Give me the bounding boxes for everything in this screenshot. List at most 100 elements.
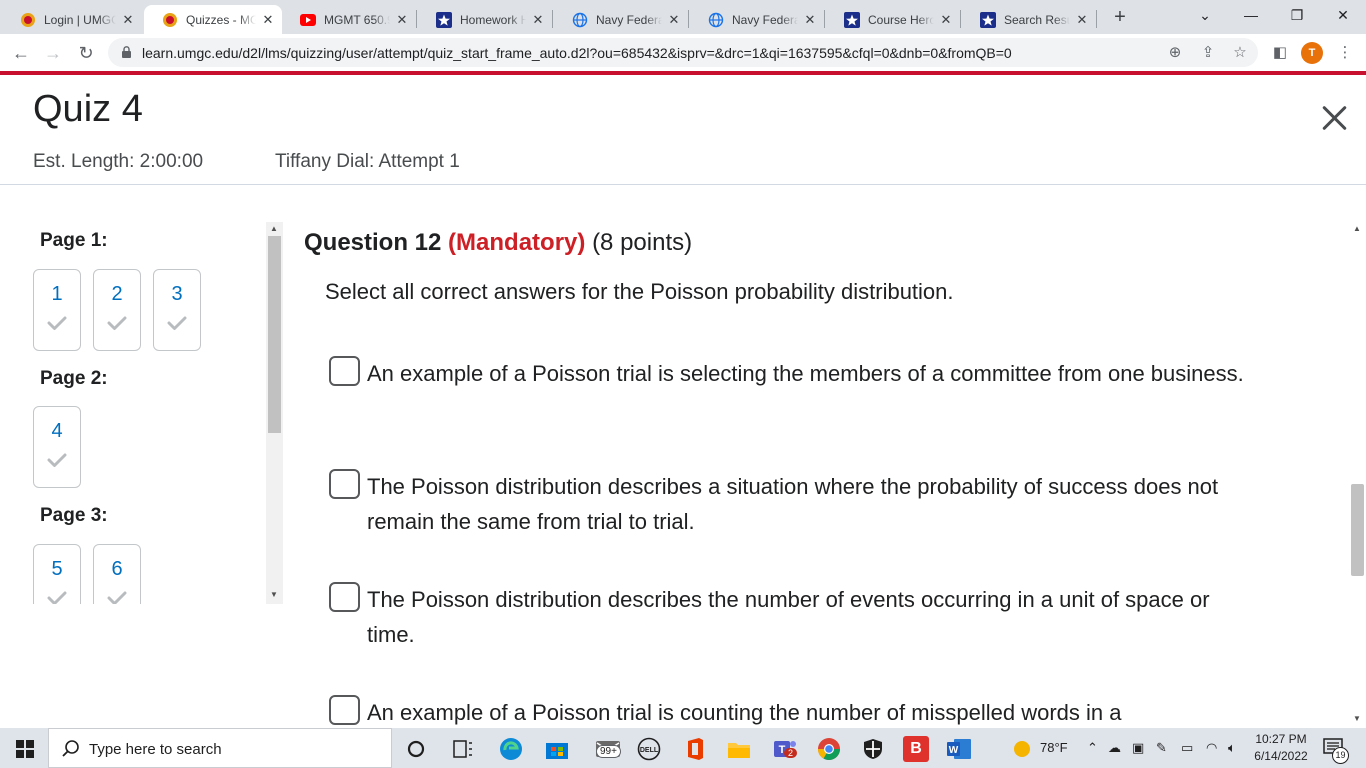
scroll-up-icon[interactable]: ▲ <box>270 224 278 233</box>
profile-avatar[interactable]: T <box>1301 42 1323 64</box>
answer-checkbox[interactable] <box>329 695 360 725</box>
question-number-label: Question 12 <box>304 229 442 256</box>
security-shield-icon[interactable] <box>860 736 886 762</box>
tab-label: Navy Federal Credit Union <box>732 12 798 27</box>
address-bar[interactable]: learn.umgc.edu/d2l/lms/quizzing/user/att… <box>108 38 1258 67</box>
teams-badge: 2 <box>784 748 798 758</box>
wifi-icon[interactable]: ◠ <box>1206 740 1217 756</box>
back-arrow-icon[interactable]: ← <box>8 40 34 66</box>
tab-close-icon[interactable]: ✕ <box>530 12 546 28</box>
header-divider <box>0 184 1366 185</box>
tab-label: Login | UMGC <box>44 12 116 27</box>
tab-label: Homework Help <box>460 12 526 27</box>
minimize-icon[interactable]: — <box>1239 4 1263 26</box>
tab-quizzes[interactable]: Quizzes - MGMT 650 ✕ <box>144 5 282 34</box>
forward-arrow-icon[interactable]: → <box>40 40 66 66</box>
tab-search-results[interactable]: Search Results ✕ <box>962 5 1096 34</box>
b-app-icon[interactable]: B <box>903 736 929 762</box>
answer-text[interactable]: An example of a Poisson trial is countin… <box>367 695 1229 728</box>
tray-overflow-chevron-icon[interactable]: ⌃ <box>1087 740 1098 756</box>
tray-meet-icon[interactable]: ▣ <box>1132 740 1144 756</box>
tab-close-icon[interactable]: ✕ <box>394 12 410 28</box>
tab-separator <box>688 10 689 28</box>
scrollbar-thumb[interactable] <box>1351 484 1364 576</box>
chrome-menu-icon[interactable]: ⋮ <box>1334 42 1356 64</box>
dell-icon[interactable]: DELL <box>636 736 662 762</box>
question-link[interactable]: 3 <box>153 269 201 351</box>
side-panel-icon[interactable]: ◧ <box>1269 42 1291 64</box>
new-tab-icon[interactable]: + <box>1109 6 1131 28</box>
question-number: 2 <box>111 283 123 305</box>
answer-checkbox[interactable] <box>329 582 360 612</box>
question-link[interactable]: 4 <box>33 406 81 488</box>
question-link[interactable]: 5 <box>33 544 81 604</box>
share-icon[interactable]: ⇪ <box>1199 44 1217 62</box>
chrome-icon[interactable] <box>816 736 842 762</box>
tab-close-icon[interactable]: ✕ <box>260 12 276 28</box>
file-explorer-icon[interactable] <box>726 736 752 762</box>
tab-separator <box>416 10 417 28</box>
tab-navy-federal-1[interactable]: Navy Federal Credit Union ✕ <box>554 5 688 34</box>
tray-onedrive-icon[interactable]: ☁ <box>1108 740 1121 756</box>
tab-homework-help[interactable]: Homework Help ✕ <box>418 5 552 34</box>
battery-icon[interactable]: ▭ <box>1181 740 1193 756</box>
question-link[interactable]: 6 <box>93 544 141 604</box>
scrollbar-thumb[interactable] <box>268 236 281 433</box>
tab-close-icon[interactable]: ✕ <box>802 12 818 28</box>
content-scrollbar[interactable]: ▲ ▼ <box>1349 222 1366 728</box>
tab-separator <box>552 10 553 28</box>
tab-close-icon[interactable]: ✕ <box>1074 12 1090 28</box>
store-icon[interactable] <box>544 736 570 762</box>
scroll-down-icon[interactable]: ▼ <box>270 590 278 599</box>
window-close-icon[interactable]: ✕ <box>1331 4 1355 26</box>
tray-pen-icon[interactable]: ✎ <box>1156 740 1167 756</box>
question-link[interactable]: 1 <box>33 269 81 351</box>
clock-time: 10:27 PM <box>1255 732 1307 746</box>
word-icon[interactable]: W <box>946 736 972 762</box>
answer-checkbox[interactable] <box>329 356 360 386</box>
answer-option[interactable]: An example of a Poisson trial is countin… <box>329 695 1229 728</box>
scroll-up-icon[interactable]: ▲ <box>1353 224 1361 233</box>
url-text[interactable]: learn.umgc.edu/d2l/lms/quizzing/user/att… <box>142 45 1012 61</box>
checkmark-icon <box>47 591 67 604</box>
tab-close-icon[interactable]: ✕ <box>938 12 954 28</box>
zoom-icon[interactable]: ⊕ <box>1166 44 1184 62</box>
question-link[interactable]: 2 <box>93 269 141 351</box>
answer-text[interactable]: The Poisson distribution describes a sit… <box>367 469 1247 539</box>
tab-login-umgc[interactable]: Login | UMGC ✕ <box>2 5 142 34</box>
tab-label: Search Results <box>1004 12 1070 27</box>
volume-icon[interactable]: 🔈︎ <box>1228 740 1236 756</box>
page-label: Page 1: <box>40 230 108 251</box>
reload-icon[interactable]: ↻ <box>73 40 99 66</box>
task-view-icon[interactable] <box>450 736 476 762</box>
tab-mgmt-video[interactable]: MGMT 650.9040 ✕ <box>282 5 416 34</box>
bookmark-star-icon[interactable]: ☆ <box>1231 44 1249 62</box>
windows-start-icon[interactable] <box>16 740 34 758</box>
office-icon[interactable] <box>682 736 708 762</box>
navigator-scrollbar[interactable]: ▲ ▼ <box>266 222 283 604</box>
tab-label: Navy Federal Credit Union <box>596 12 662 27</box>
close-quiz-icon[interactable] <box>1318 102 1352 136</box>
tab-navy-federal-2[interactable]: Navy Federal Credit Union ✕ <box>690 5 824 34</box>
estimated-length: Est. Length: 2:00:00 <box>33 151 204 172</box>
restore-icon[interactable]: ❐ <box>1285 4 1309 26</box>
answer-text[interactable]: The Poisson distribution describes the n… <box>367 582 1247 652</box>
page-label: Page 2: <box>40 368 108 389</box>
checkmark-icon <box>167 316 187 330</box>
scroll-down-icon[interactable]: ▼ <box>1353 714 1361 723</box>
answer-text[interactable]: An example of a Poisson trial is selecti… <box>367 356 1247 391</box>
tab-search-chevron-icon[interactable]: ⌄ <box>1193 4 1217 26</box>
answer-checkbox[interactable] <box>329 469 360 499</box>
weather-moon-icon <box>1014 741 1030 757</box>
cortana-icon[interactable] <box>403 736 429 762</box>
tab-close-icon[interactable]: ✕ <box>666 12 682 28</box>
weather-temperature[interactable]: 78°F <box>1040 740 1068 755</box>
youtube-icon <box>300 12 316 28</box>
system-clock[interactable]: 10:27 PM 6/14/2022 <box>1252 731 1310 765</box>
tab-course-hero[interactable]: Course Hero ✕ <box>826 5 960 34</box>
mail-badge: 99+ <box>596 745 621 758</box>
edge-icon[interactable] <box>498 736 524 762</box>
tab-close-icon[interactable]: ✕ <box>120 12 136 28</box>
tab-separator <box>824 10 825 28</box>
taskbar-search[interactable]: Type here to search <box>48 728 392 768</box>
